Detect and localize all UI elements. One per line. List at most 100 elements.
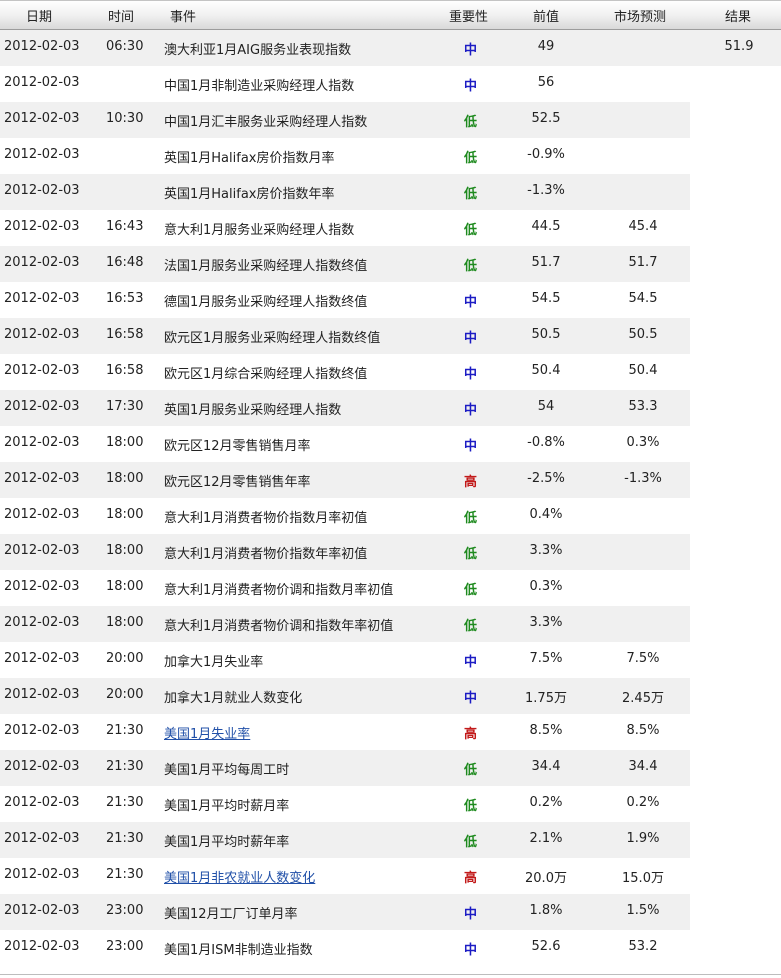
- importance-badge: 中: [464, 331, 478, 346]
- cell-forecast: 54.5: [628, 291, 658, 306]
- cell-date: 2012-02-03: [4, 39, 80, 54]
- cell-previous: 54.5: [531, 291, 561, 306]
- event-link[interactable]: 美国1月失业率: [164, 723, 250, 742]
- table-row: 2012-02-03 16:58 欧元区1月综合采购经理人指数终值 中 50.4 50.4: [0, 354, 781, 390]
- table-row: 2012-02-03 21:30 美国1月平均时薪月率 低 0.2% 0.2%: [0, 786, 781, 822]
- cell-event: 欧元区12月零售销售年率: [164, 475, 311, 490]
- table-row: 2012-02-03 英国1月Halifax房价指数月率 低 -0.9%: [0, 138, 781, 174]
- importance-badge: 低: [464, 835, 478, 850]
- cell-previous: 51.7: [531, 255, 561, 270]
- event-link[interactable]: 美国1月非农就业人数变化: [164, 867, 315, 886]
- importance-badge: 中: [464, 691, 478, 706]
- table-body: 2012-02-03 06:30 澳大利亚1月AIG服务业表现指数中 49 51.9 20…: [0, 30, 781, 966]
- cell-time: 10:30: [106, 111, 144, 126]
- importance-badge: 低: [464, 259, 478, 274]
- cell-event: 澳大利亚1月AIG服务业表现指数: [164, 43, 352, 58]
- cell-previous: -1.3%: [527, 183, 565, 198]
- importance-badge: 高: [464, 727, 478, 742]
- cell-time: 21:30: [106, 867, 144, 882]
- table-row: 2012-02-03 23:00 美国12月工厂订单月率 中 1.8% 1.5%: [0, 894, 781, 930]
- table-row: 2012-02-03 18:00 意大利1月消费者物价调和指数月率初值 低 0.3%: [0, 570, 781, 606]
- cell-previous: -2.5%: [527, 471, 565, 486]
- cell-time: 16:58: [106, 327, 144, 342]
- importance-badge: 高: [464, 475, 478, 490]
- table-row: 2012-02-03 中国1月非制造业采购经理人指数 中 56: [0, 66, 781, 102]
- cell-time: 18:00: [106, 579, 144, 594]
- cell-time: 16:43: [106, 219, 144, 234]
- cell-previous: 49: [537, 39, 555, 54]
- cell-time: 16:58: [106, 363, 144, 378]
- cell-previous: 0.3%: [529, 579, 563, 594]
- cell-time: 17:30: [106, 399, 144, 414]
- cell-time: 18:00: [106, 615, 144, 630]
- cell-date: 2012-02-03: [4, 327, 80, 342]
- cell-time: 18:00: [106, 507, 144, 522]
- table-row: 2012-02-03 英国1月Halifax房价指数年率 低 -1.3%: [0, 174, 781, 210]
- cell-date: 2012-02-03: [4, 867, 80, 882]
- cell-date: 2012-02-03: [4, 651, 80, 666]
- cell-date: 2012-02-03: [4, 687, 80, 702]
- importance-badge: 中: [464, 43, 478, 58]
- importance-badge: 中: [464, 907, 478, 922]
- cell-time: 20:00: [106, 651, 144, 666]
- cell-time: 21:30: [106, 831, 144, 846]
- header-time[interactable]: 时间: [108, 6, 134, 25]
- cell-date: 2012-02-03: [4, 723, 80, 738]
- cell-forecast: -1.3%: [624, 471, 662, 486]
- cell-previous: 44.5: [531, 219, 561, 234]
- header-event[interactable]: 事件: [170, 6, 196, 25]
- table-row: 2012-02-03 18:00 欧元区12月零售销售年率 高 -2.5% -1.3%: [0, 462, 781, 498]
- table-row: 2012-02-03 17:30 英国1月服务业采购经理人指数 中 54 53.3: [0, 390, 781, 426]
- cell-event: 美国1月平均时薪年率: [164, 835, 290, 850]
- cell-previous: 50.4: [531, 363, 561, 378]
- table-row: 2012-02-03 18:00 欧元区12月零售销售月率 中 -0.8% 0.3%: [0, 426, 781, 462]
- importance-badge: 低: [464, 115, 478, 130]
- cell-date: 2012-02-03: [4, 471, 80, 486]
- header-forecast[interactable]: 市场预测: [614, 6, 666, 25]
- importance-badge: 低: [464, 619, 478, 634]
- cell-forecast: 50.5: [628, 327, 658, 342]
- importance-badge: 低: [464, 799, 478, 814]
- header-importance[interactable]: 重要性: [449, 6, 488, 25]
- cell-event: 欧元区1月综合采购经理人指数终值: [164, 367, 368, 382]
- cell-previous: 20.0万: [525, 871, 567, 886]
- importance-badge: 低: [464, 547, 478, 562]
- cell-date: 2012-02-03: [4, 579, 80, 594]
- cell-time: 21:30: [106, 723, 144, 738]
- cell-date: 2012-02-03: [4, 219, 80, 234]
- cell-date: 2012-02-03: [4, 903, 80, 918]
- header-result[interactable]: 结果: [725, 6, 751, 25]
- cell-forecast: 1.9%: [626, 831, 660, 846]
- table-row: 2012-02-03 16:43 意大利1月服务业采购经理人指数 低 44.5 45.4: [0, 210, 781, 246]
- cell-event: 加拿大1月就业人数变化: [164, 691, 303, 706]
- cell-date: 2012-02-03: [4, 615, 80, 630]
- cell-forecast: 53.3: [628, 399, 658, 414]
- cell-forecast: 0.3%: [626, 435, 660, 450]
- cell-previous: 7.5%: [529, 651, 563, 666]
- cell-event: 意大利1月消费者物价指数月率初值: [164, 511, 368, 526]
- cell-event: 美国1月平均时薪月率: [164, 799, 290, 814]
- cell-event: 法国1月服务业采购经理人指数终值: [164, 259, 368, 274]
- cell-event: 英国1月Halifax房价指数年率: [164, 187, 335, 202]
- header-previous[interactable]: 前值: [533, 6, 559, 25]
- cell-previous: 8.5%: [529, 723, 563, 738]
- header-date[interactable]: 日期: [26, 6, 52, 25]
- table-row: 2012-02-03 20:00 加拿大1月失业率 中 7.5% 7.5%: [0, 642, 781, 678]
- cell-date: 2012-02-03: [4, 111, 80, 126]
- cell-event: 英国1月Halifax房价指数月率: [164, 151, 335, 166]
- importance-badge: 中: [464, 655, 478, 670]
- cell-date: 2012-02-03: [4, 183, 80, 198]
- cell-date: 2012-02-03: [4, 291, 80, 306]
- table-row: 2012-02-03 18:00 意大利1月消费者物价指数年率初值 低 3.3%: [0, 534, 781, 570]
- cell-date: 2012-02-03: [4, 759, 80, 774]
- cell-event: 欧元区1月服务业采购经理人指数终值: [164, 331, 381, 346]
- cell-date: 2012-02-03: [4, 939, 80, 954]
- cell-event: 意大利1月消费者物价调和指数年率初值: [164, 619, 394, 634]
- table-row: 2012-02-03 21:30 美国1月平均每周工时 低 34.4 34.4: [0, 750, 781, 786]
- table-row: 2012-02-03 21:30 美国1月失业率 高 8.5% 8.5%: [0, 714, 781, 750]
- cell-time: 16:48: [106, 255, 144, 270]
- cell-time: 23:00: [106, 939, 144, 954]
- cell-event: 意大利1月消费者物价调和指数月率初值: [164, 583, 394, 598]
- cell-date: 2012-02-03: [4, 435, 80, 450]
- cell-previous: 0.2%: [529, 795, 563, 810]
